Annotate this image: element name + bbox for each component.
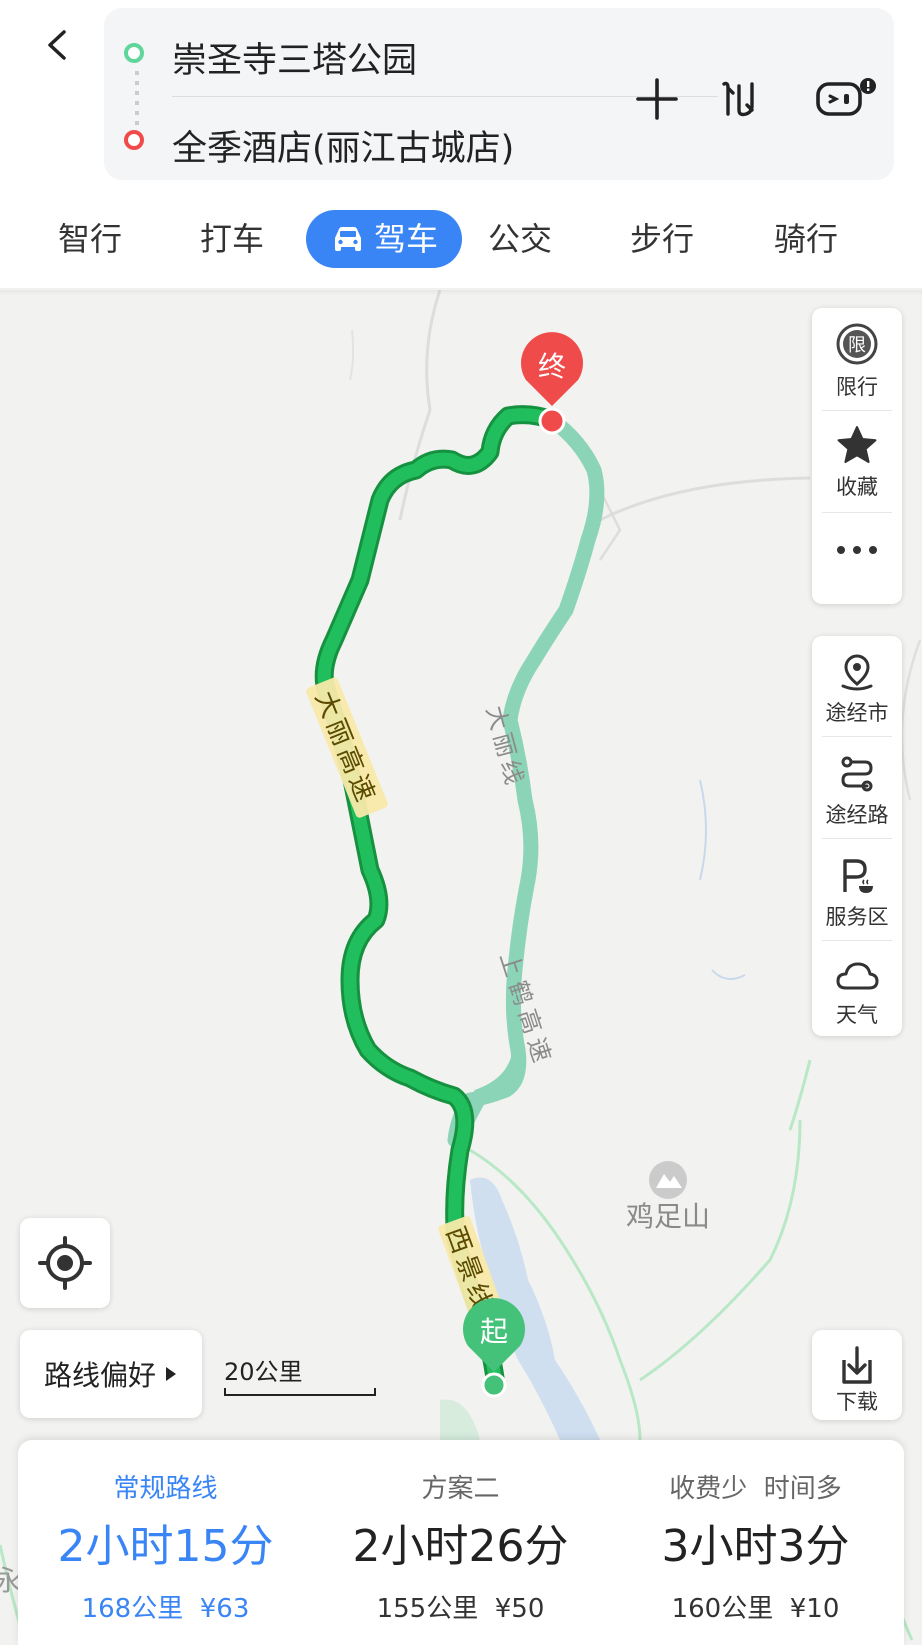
svg-text:起: 起 (480, 1315, 508, 1348)
route-option-meta: 168公里 ¥63 (81, 1594, 250, 1624)
start-marker-icon[interactable]: 起 (463, 1298, 525, 1398)
tab-bike[interactable]: 骑行 (760, 210, 852, 268)
restriction-label: 限行 (836, 375, 878, 399)
route-preference-button[interactable]: 路线偏好 (20, 1330, 202, 1418)
route-connector (135, 71, 139, 126)
route-options-sheet: 常规路线 2小时15分 168公里 ¥63 方案二 2小时26分 155公里 ¥… (18, 1440, 904, 1645)
map-scale-label: 20公里 (224, 1358, 303, 1386)
destination-dot-icon (124, 130, 144, 150)
panel-divider (822, 838, 892, 839)
vehicle-settings-icon[interactable] (812, 74, 882, 124)
tab-drive-label: 驾车 (373, 220, 438, 258)
route-input-box: 崇圣寺三塔公园 全季酒店(丽江古城店) (104, 8, 894, 180)
panel-divider (822, 410, 892, 411)
weather-button[interactable]: 天气 (812, 958, 902, 1029)
locate-button[interactable] (20, 1218, 110, 1308)
play-arrow-icon (166, 1367, 176, 1381)
panel-divider (822, 736, 892, 737)
origin-field[interactable]: 崇圣寺三塔公园 (172, 32, 417, 83)
restriction-icon: 限 (836, 323, 878, 365)
route-option-time: 2小时26分 (352, 1521, 569, 1572)
service-area-button[interactable]: 服务区 (812, 856, 902, 931)
route-option-label: 方案二 (421, 1474, 500, 1504)
route-option-time: 2小时15分 (57, 1521, 274, 1572)
cloud-icon (836, 962, 879, 990)
svg-text:终: 终 (538, 350, 566, 383)
tabs-shadow (0, 288, 922, 296)
more-dots-icon (837, 546, 877, 554)
origin-dot-icon (124, 43, 144, 63)
via-road-label: 途经路 (825, 803, 889, 827)
more-button[interactable] (812, 540, 902, 565)
tab-transit[interactable]: 公交 (474, 210, 566, 268)
favorite-label: 收藏 (836, 475, 878, 499)
poi-jizushan[interactable]: 鸡足山 (626, 1161, 710, 1233)
car-icon (334, 227, 361, 251)
download-button[interactable]: 下载 (812, 1330, 902, 1420)
favorite-button[interactable]: 收藏 (812, 424, 902, 501)
add-waypoint-icon[interactable] (632, 74, 682, 124)
route-option-label: 收费少 时间多 (669, 1474, 842, 1504)
panel-divider (822, 940, 892, 941)
destination-field[interactable]: 全季酒店(丽江古城店) (172, 120, 514, 171)
route-option-meta: 155公里 ¥50 (376, 1594, 545, 1624)
side-panel-top: 限 限行 收藏 (812, 308, 902, 604)
service-area-label: 服务区 (825, 905, 889, 929)
tab-smart[interactable]: 智行 (44, 210, 136, 268)
svg-text:鸡足山: 鸡足山 (626, 1200, 710, 1233)
route-preference-label: 路线偏好 (43, 1359, 156, 1392)
crosshair-icon (38, 1236, 92, 1290)
restriction-button[interactable]: 限 限行 (812, 322, 902, 401)
via-road-button[interactable]: 途经路 (812, 754, 902, 829)
svg-text:上鹤高速: 上鹤高速 (494, 949, 558, 1072)
star-icon (837, 426, 877, 463)
map-scale-bar (224, 1388, 376, 1396)
road-label-shanghe-expressway: 上鹤高速 (494, 949, 558, 1072)
side-panel-bottom: 途经市 途经路 服务区 天气 (812, 636, 902, 1036)
swap-route-icon[interactable] (716, 74, 766, 124)
route-option-meta: 160公里 ¥10 (671, 1594, 840, 1624)
city-pin-icon (841, 654, 873, 691)
tab-taxi[interactable]: 打车 (186, 210, 278, 268)
via-city-button[interactable]: 途经市 (812, 652, 902, 727)
tab-drive[interactable]: 驾车 (306, 210, 462, 268)
download-label: 下载 (836, 1390, 878, 1414)
weather-label: 天气 (836, 1003, 878, 1027)
tab-walk[interactable]: 步行 (616, 210, 708, 268)
panel-divider (822, 512, 892, 513)
back-arrow-icon[interactable] (38, 24, 80, 66)
route-icon (841, 756, 873, 792)
via-city-label: 途经市 (825, 701, 889, 725)
route-option-label: 常规路线 (113, 1474, 218, 1504)
route-option-time: 3小时3分 (661, 1521, 850, 1572)
parking-service-icon (843, 859, 873, 893)
svg-text:限: 限 (848, 335, 866, 356)
